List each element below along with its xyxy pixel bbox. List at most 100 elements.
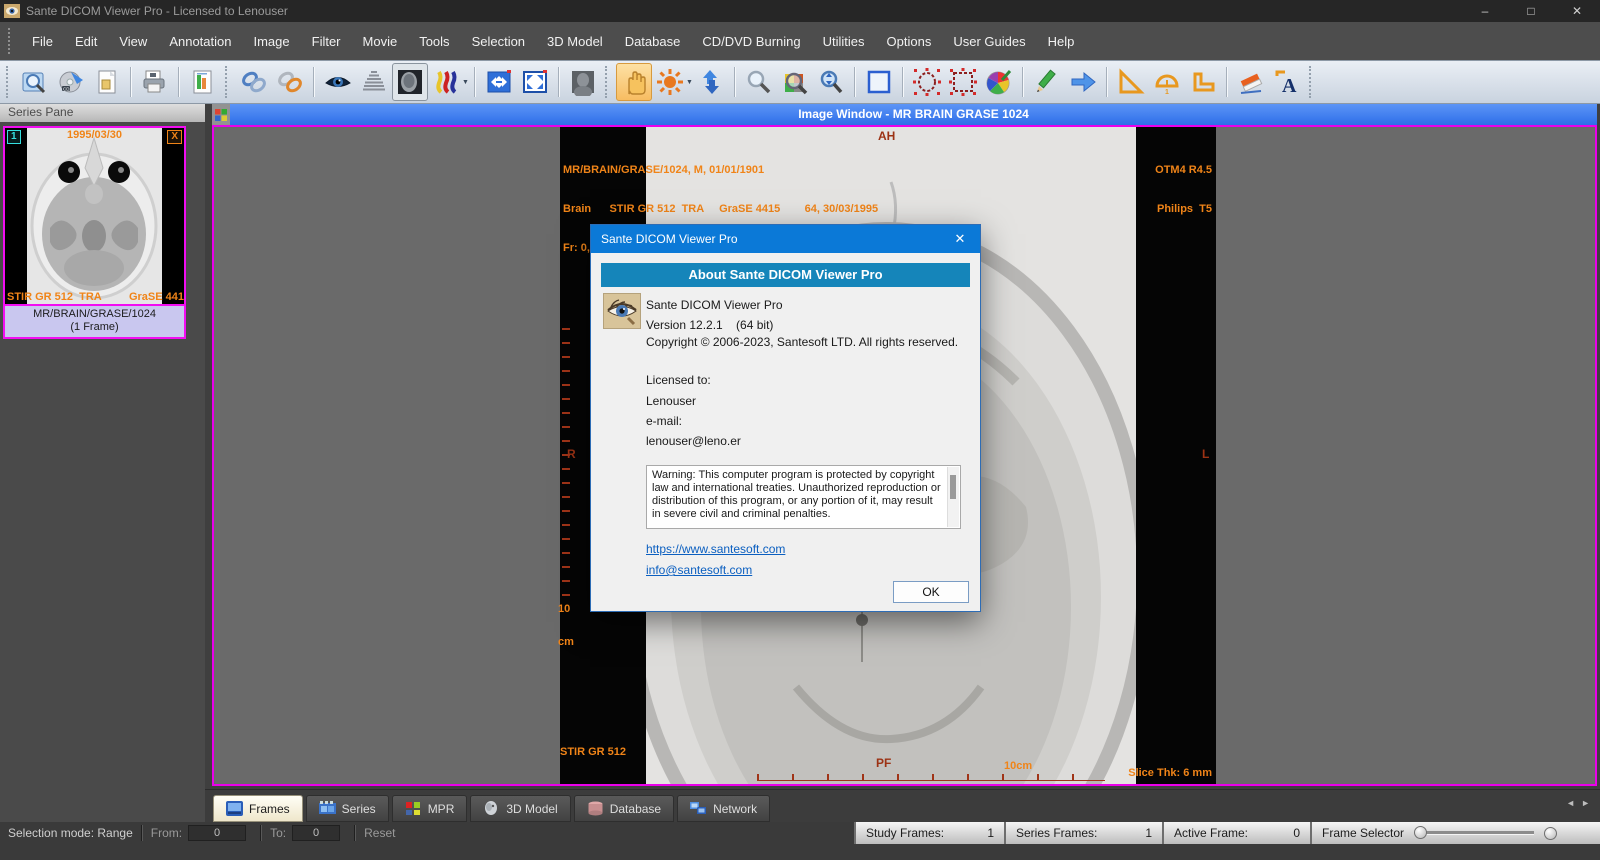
toolbar-separator	[313, 67, 315, 97]
window-level-icon[interactable]	[356, 63, 392, 101]
menu-3d-model[interactable]: 3D Model	[536, 22, 614, 60]
fit-to-window-icon[interactable]	[481, 63, 517, 101]
ruler-icon[interactable]	[1113, 63, 1149, 101]
selection-mode-label: Selection mode: Range	[8, 826, 133, 840]
menu-edit[interactable]: Edit	[64, 22, 108, 60]
tab-mpr[interactable]: MPR	[391, 795, 468, 822]
fullscreen-icon[interactable]	[517, 63, 553, 101]
toolbar-grip[interactable]	[6, 66, 11, 98]
menu-tools[interactable]: Tools	[408, 22, 460, 60]
menu-image[interactable]: Image	[242, 22, 300, 60]
tab-network[interactable]: Network	[677, 795, 771, 822]
frame-selector-slider[interactable]	[1414, 826, 1535, 839]
tab-frames[interactable]: Frames	[213, 795, 303, 822]
magnify-region-icon[interactable]	[777, 63, 813, 101]
tab-scroll-buttons: ◄ ►	[1566, 798, 1600, 808]
patient-photo-icon[interactable]	[565, 63, 601, 101]
protractor-icon[interactable]: 1	[1149, 63, 1185, 101]
toolbar-grip[interactable]	[604, 66, 610, 98]
toolbar-separator	[473, 67, 476, 97]
menu-cd-dvd-burning[interactable]: CD/DVD Burning	[691, 22, 811, 60]
mri-view-icon[interactable]	[392, 63, 428, 101]
database-icon	[588, 801, 603, 816]
layout-grid-icon[interactable]	[212, 104, 230, 125]
series-name-plate[interactable]: MR/BRAIN/GRASE/1024 (1 Frame)	[5, 304, 184, 337]
menu-help[interactable]: Help	[1037, 22, 1086, 60]
series-pane-header[interactable]: Series Pane	[0, 104, 205, 122]
import-file-icon[interactable]	[89, 63, 125, 101]
website-link[interactable]: https://www.santesoft.com	[646, 542, 785, 556]
color-wheel-icon[interactable]	[981, 63, 1017, 101]
series-thumbnail[interactable]: 1 1995/03/30 X STIR GR 512 TRA GraSE 441…	[3, 126, 186, 339]
tab-frames-label: Frames	[249, 801, 290, 816]
image-window-titlerow: Image Window - MR BRAIN GRASE 1024	[212, 104, 1600, 125]
zoom-rectangle-icon[interactable]	[861, 63, 897, 101]
zoom-icon[interactable]	[741, 63, 777, 101]
menu-view[interactable]: View	[108, 22, 158, 60]
toolbar-separator	[1105, 67, 1108, 97]
email-value: lenouser@leno.er	[646, 434, 741, 448]
menu-database[interactable]: Database	[614, 22, 692, 60]
tab-3d-model[interactable]: 3D Model	[470, 795, 571, 822]
to-value-field[interactable]: 0	[292, 825, 341, 841]
dialog-title-bar[interactable]: Sante DICOM Viewer Pro ✕	[591, 225, 980, 253]
menu-grip[interactable]	[8, 28, 13, 54]
contact-email-link[interactable]: info@santesoft.com	[646, 563, 752, 577]
open-study-icon[interactable]	[17, 63, 53, 101]
close-button[interactable]: ✕	[1554, 0, 1600, 22]
view-eye-icon[interactable]	[320, 63, 356, 101]
arrow-annotation-icon[interactable]	[1065, 63, 1101, 101]
frame-selector-end-knob[interactable]	[1544, 826, 1558, 840]
frame-selector-knob[interactable]	[1414, 826, 1428, 839]
licensee-name: Lenouser	[646, 394, 697, 408]
menu-utilities[interactable]: Utilities	[812, 22, 876, 60]
tab-database[interactable]: Database	[573, 795, 675, 822]
image-window-title[interactable]: Image Window - MR BRAIN GRASE 1024	[230, 104, 1597, 125]
statusbar-separator	[140, 825, 143, 841]
ellipse-selection-icon[interactable]	[909, 63, 945, 101]
print-icon[interactable]	[137, 63, 173, 101]
menu-annotation[interactable]: Annotation	[158, 22, 242, 60]
menu-movie[interactable]: Movie	[352, 22, 409, 60]
statusbar-separator	[260, 825, 263, 841]
series-thumbnail-image[interactable]: 1 1995/03/30 X STIR GR 512 TRA GraSE 441	[5, 128, 184, 304]
unlink-series-icon[interactable]	[272, 63, 308, 101]
mpr-icon	[405, 802, 420, 815]
ok-button[interactable]: OK	[893, 581, 969, 603]
toolbar-grip[interactable]	[1308, 66, 1314, 98]
thumbnail-close-button[interactable]: X	[167, 130, 182, 144]
svg-text:CD: CD	[63, 87, 70, 92]
tab-series[interactable]: Series	[305, 795, 389, 822]
warning-scrollbar[interactable]	[947, 467, 959, 527]
color-presets-icon[interactable]	[428, 63, 464, 101]
burn-cd-icon[interactable]: CD	[53, 63, 89, 101]
tab-scroll-right-button[interactable]: ►	[1581, 798, 1590, 808]
rectangle-selection-icon[interactable]	[945, 63, 981, 101]
brightness-icon[interactable]	[652, 63, 688, 101]
tab-network-label: Network	[713, 801, 758, 816]
menu-options[interactable]: Options	[876, 22, 943, 60]
zoom-level-icon[interactable]	[813, 63, 849, 101]
angle-icon[interactable]	[1185, 63, 1221, 101]
link-series-icon[interactable]	[236, 63, 272, 101]
warning-scrollbar-thumb[interactable]	[950, 475, 956, 499]
minimize-button[interactable]: –	[1462, 0, 1508, 22]
report-icon[interactable]	[185, 63, 221, 101]
text-annotation-icon[interactable]: A	[1269, 63, 1305, 101]
toolbar-grip[interactable]	[225, 66, 230, 98]
from-value-field[interactable]: 0	[188, 825, 247, 841]
tab-scroll-left-button[interactable]: ◄	[1566, 798, 1575, 808]
menu-user-guides[interactable]: User Guides	[942, 22, 1036, 60]
eraser-icon[interactable]	[1233, 63, 1269, 101]
reset-button[interactable]: Reset	[364, 826, 395, 840]
pencil-icon[interactable]	[1029, 63, 1065, 101]
maximize-button[interactable]: □	[1508, 0, 1554, 22]
window-level-arrows-icon[interactable]	[693, 63, 729, 101]
series-icon	[318, 801, 336, 814]
menu-selection[interactable]: Selection	[461, 22, 536, 60]
santesoft-eye-logo	[603, 293, 641, 329]
pan-hand-icon[interactable]	[615, 63, 652, 101]
menu-file[interactable]: File	[21, 22, 64, 60]
menu-filter[interactable]: Filter	[301, 22, 352, 60]
dialog-close-button[interactable]: ✕	[940, 231, 980, 247]
